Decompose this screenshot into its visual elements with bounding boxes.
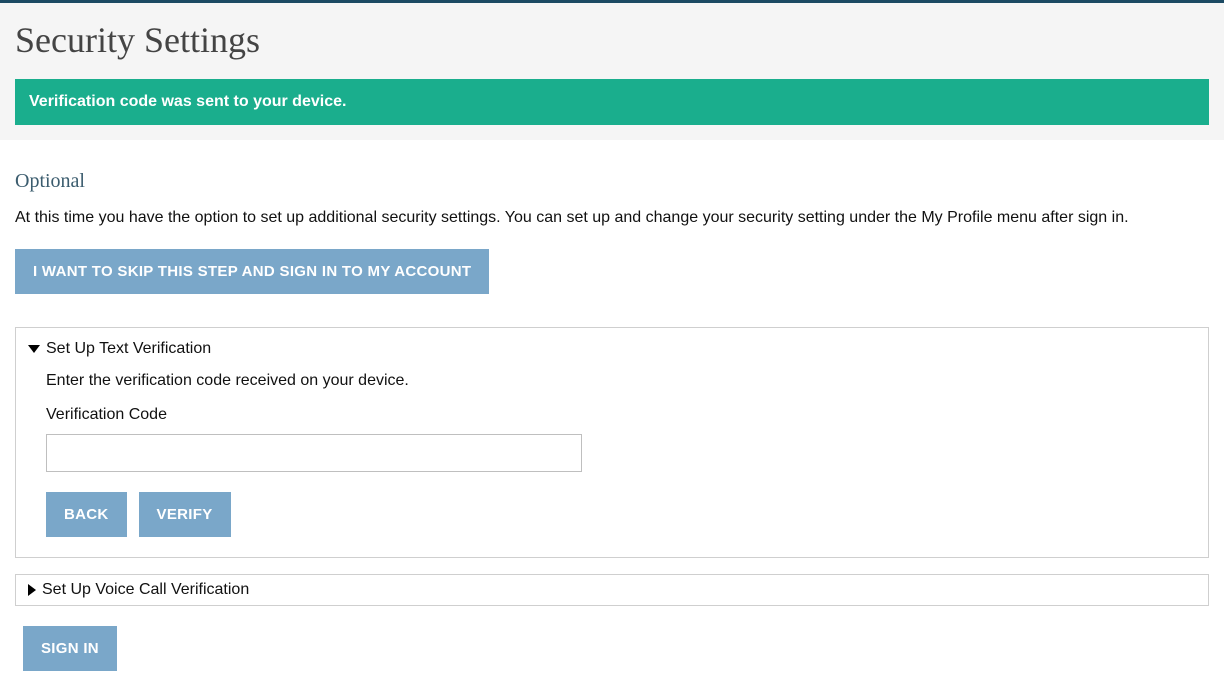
verification-code-label: Verification Code — [46, 406, 1196, 424]
panel-text-body: Enter the verification code received on … — [28, 358, 1196, 537]
panel-text-title: Set Up Text Verification — [46, 340, 211, 358]
optional-description: At this time you have the option to set … — [15, 207, 1209, 229]
verify-button[interactable]: VERIFY — [139, 492, 231, 537]
panel-text-buttons: BACK VERIFY — [46, 492, 1196, 537]
chevron-right-icon — [28, 584, 36, 596]
signin-button[interactable]: SIGN IN — [23, 626, 117, 671]
back-button[interactable]: BACK — [46, 492, 127, 537]
panel-text-header[interactable]: Set Up Text Verification — [28, 340, 1196, 358]
main-area: Optional At this time you have the optio… — [0, 140, 1224, 626]
optional-heading: Optional — [15, 170, 1209, 193]
panel-text-instruction: Enter the verification code received on … — [46, 372, 1196, 390]
verification-code-input[interactable] — [46, 434, 582, 472]
panel-voice-title: Set Up Voice Call Verification — [42, 581, 249, 599]
page-title: Security Settings — [15, 19, 1209, 61]
chevron-down-icon — [28, 345, 40, 353]
signin-wrap: SIGN IN — [0, 626, 1224, 691]
top-band: Security Settings Verification code was … — [0, 0, 1224, 140]
alert-message: Verification code was sent to your devic… — [29, 93, 346, 110]
skip-button[interactable]: I WANT TO SKIP THIS STEP AND SIGN IN TO … — [15, 249, 489, 294]
alert-success: Verification code was sent to your devic… — [15, 79, 1209, 125]
panel-voice-header[interactable]: Set Up Voice Call Verification — [28, 581, 1196, 599]
panel-text-verification: Set Up Text Verification Enter the verif… — [15, 327, 1209, 558]
panel-voice-verification: Set Up Voice Call Verification — [15, 574, 1209, 606]
